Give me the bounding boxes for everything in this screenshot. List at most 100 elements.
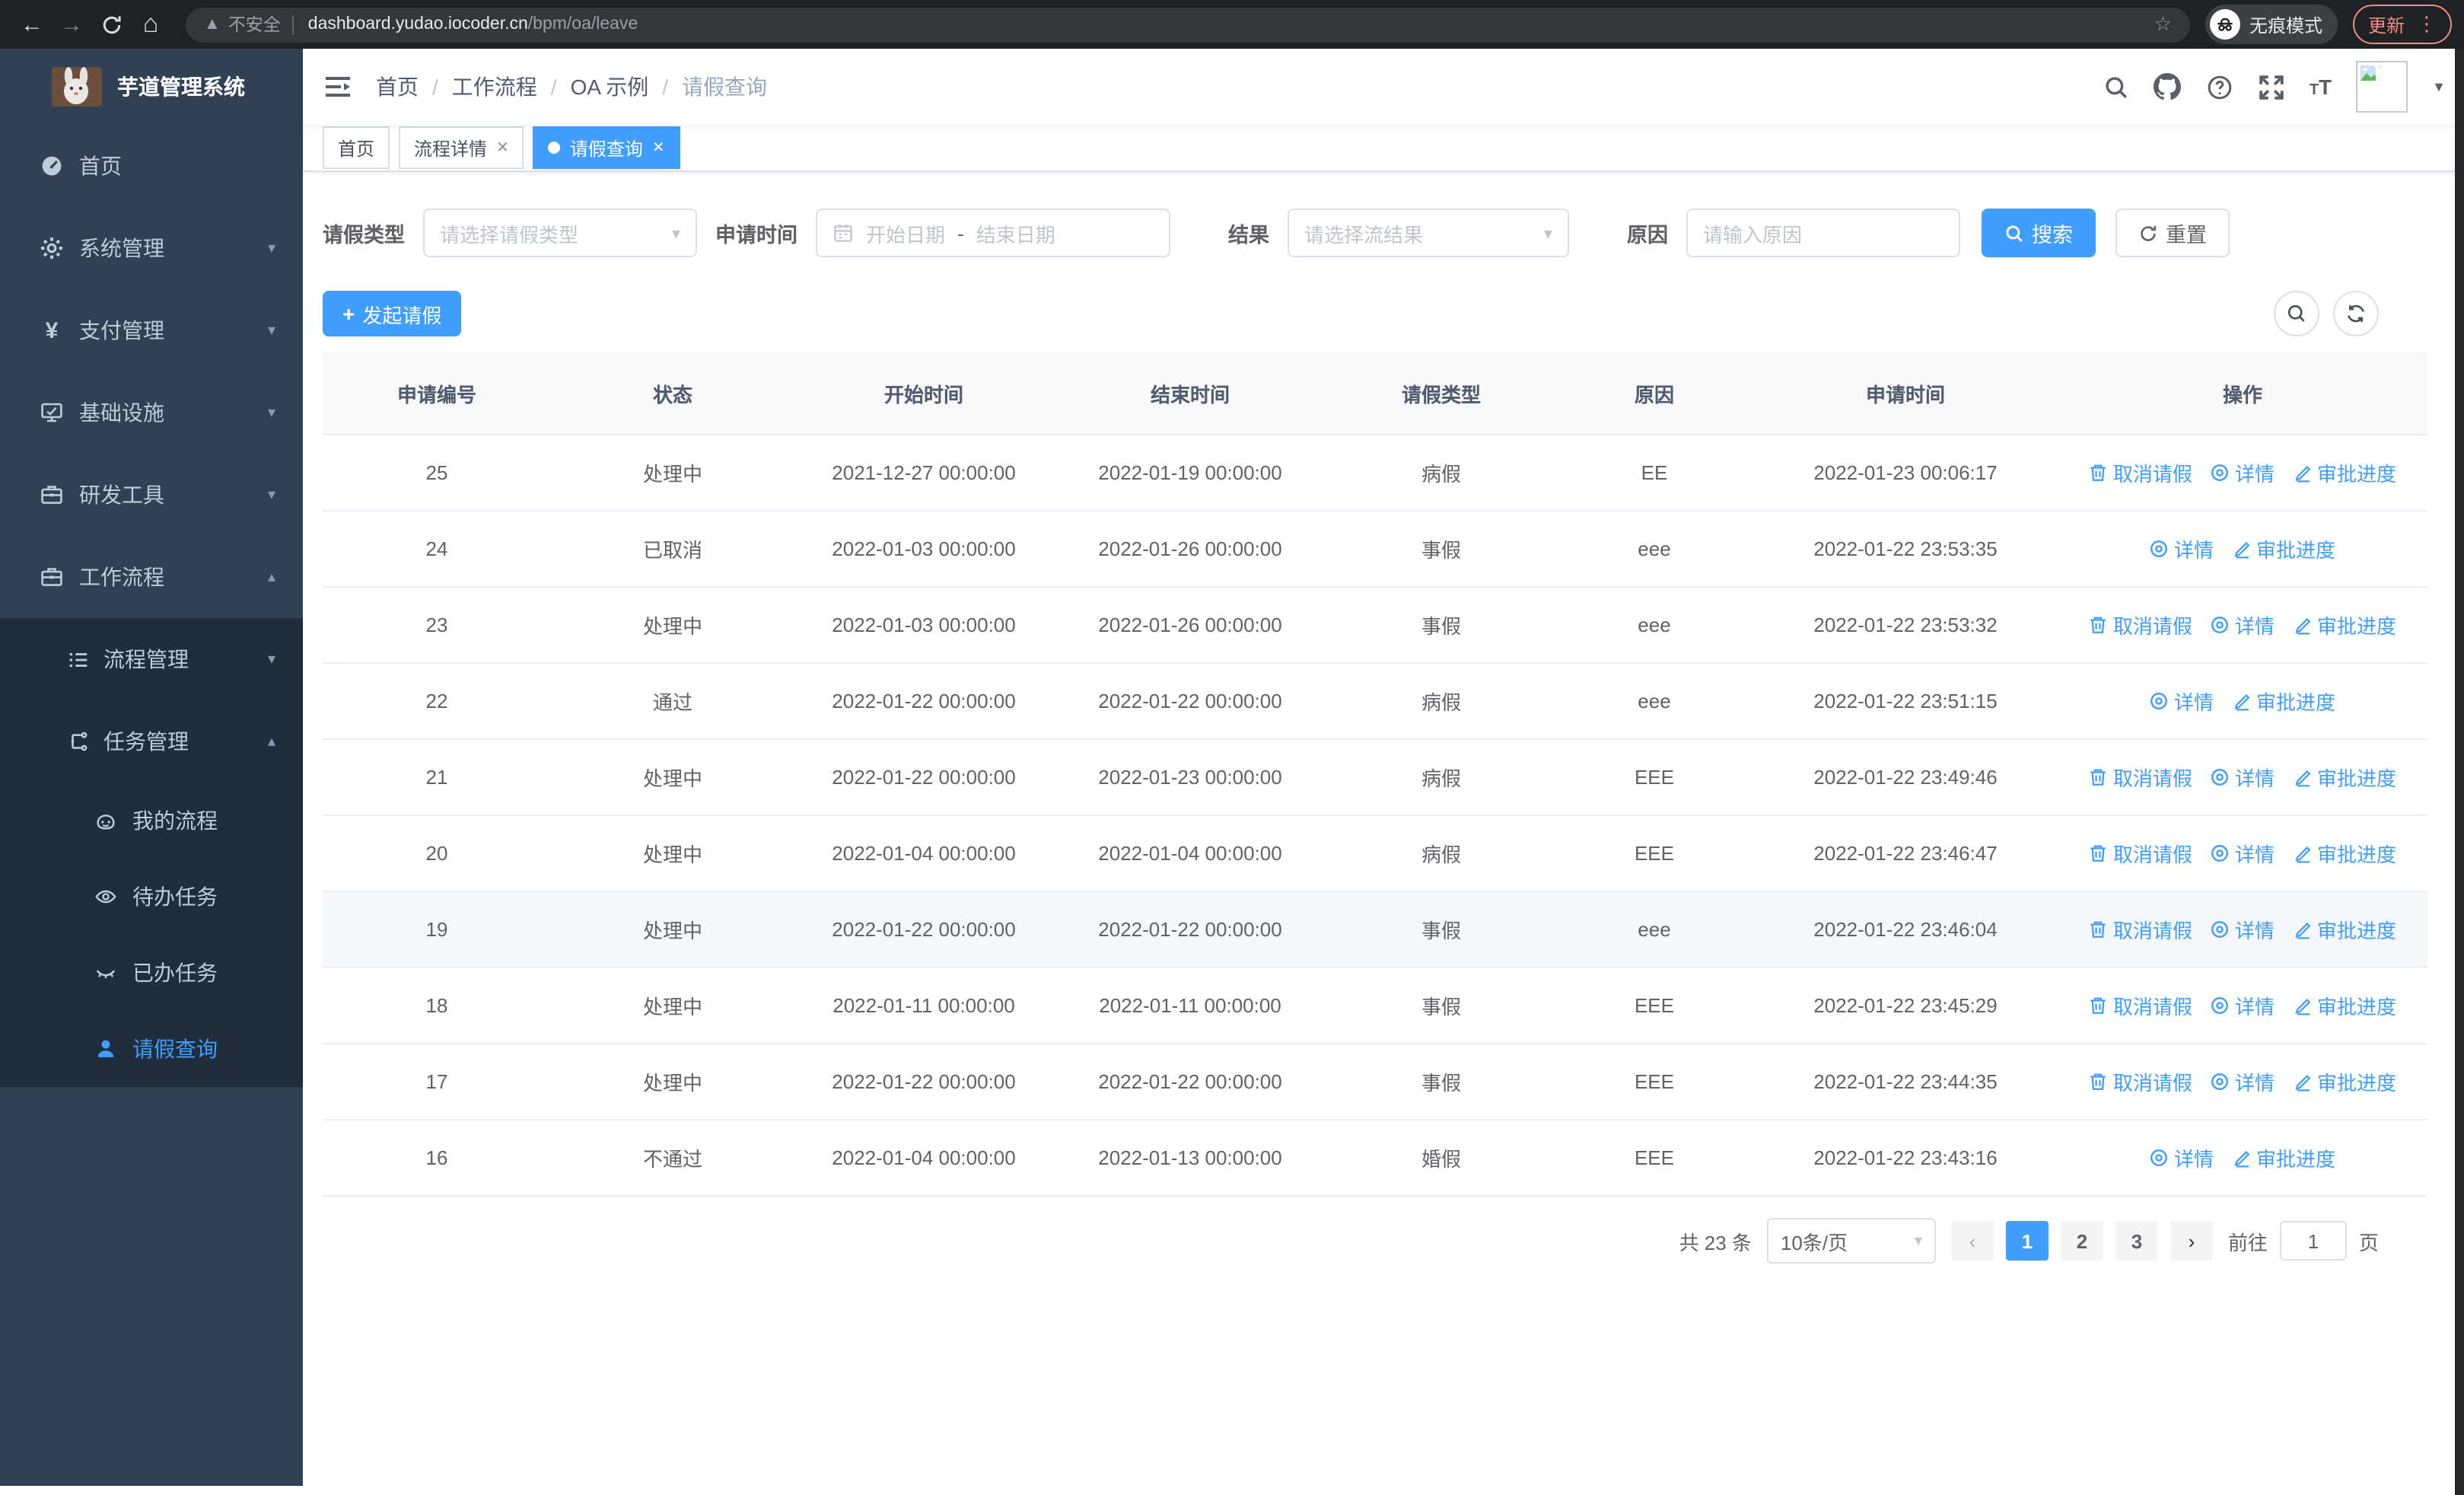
column-header: 操作 [2058,352,2427,435]
process-list-icon [67,648,90,671]
approval-progress-link[interactable]: 审批进度 [2293,763,2396,792]
approval-progress-link[interactable]: 审批进度 [2293,915,2396,944]
breadcrumb-item[interactable]: 工作流程 [452,72,537,102]
reset-button[interactable]: 重置 [2115,209,2230,257]
cancel-leave-link[interactable]: 取消请假 [2089,1067,2192,1096]
goto-page-input[interactable] [2279,1221,2347,1261]
cell-start: 2021-12-27 00:00:00 [794,435,1053,512]
delete-icon [2089,843,2109,863]
approval-progress-link[interactable]: 审批进度 [2293,610,2396,639]
cancel-leave-link[interactable]: 取消请假 [2089,915,2192,944]
page-size-select[interactable]: 10条/页 ▾ [1766,1218,1936,1264]
browser-reload-icon[interactable] [91,5,131,44]
sidebar-item-home[interactable]: 首页 [0,125,303,207]
browser-home-icon[interactable]: ⌂ [131,5,170,44]
cell-start: 2022-01-04 00:00:00 [794,815,1053,892]
search-button[interactable]: 搜索 [1982,209,2096,257]
detail-link[interactable]: 详情 [2211,763,2275,792]
create-leave-button[interactable]: + 发起请假 [323,291,462,336]
sidebar-subitem[interactable]: 已办任务 [0,935,303,1011]
approval-progress-link[interactable]: 审批进度 [2232,1143,2335,1172]
approval-progress-link[interactable]: 审批进度 [2293,839,2396,868]
sidebar-subitem-label: 已办任务 [132,961,218,985]
detail-link[interactable]: 详情 [2211,1067,2275,1096]
cell-applied: 2022-01-22 23:49:46 [1753,739,2058,816]
browser-update-button[interactable]: 更新 ⋮ [2352,5,2452,44]
address-bar[interactable]: ▲ 不安全 dashboard.yudao.iocoder.cn /bpm/oa… [186,7,2190,42]
cancel-leave-link[interactable]: 取消请假 [2089,839,2192,868]
window-scrollbar[interactable] [2455,49,2464,1495]
sidebar-collapse-icon[interactable] [321,70,355,104]
close-icon[interactable]: ✕ [652,139,665,156]
prev-page-button[interactable]: ‹ [1950,1221,1994,1261]
user-avatar[interactable] [2356,61,2408,113]
sidebar-subitem[interactable]: 我的流程 [0,783,303,859]
detail-link[interactable]: 详情 [2150,1143,2214,1172]
detail-link[interactable]: 详情 [2211,458,2275,487]
font-size-icon[interactable]: TT [2310,75,2332,99]
page-button-2[interactable]: 2 [2060,1221,2103,1261]
tab-请假查询[interactable]: 请假查询 ✕ [533,126,680,169]
start-date-placeholder[interactable]: 开始日期 [866,218,945,247]
sidebar-item-1[interactable]: 系统管理 ▾ [0,207,303,289]
tab-首页[interactable]: 首页 [323,126,390,169]
cell-start: 2022-01-04 00:00:00 [794,1120,1053,1197]
breadcrumb-item[interactable]: 首页 [376,72,419,102]
browser-back-icon[interactable]: ← [12,5,52,44]
update-label[interactable]: 更新 [2368,11,2405,37]
breadcrumb-item[interactable]: OA 示例 [571,72,649,102]
approval-progress-link[interactable]: 审批进度 [2293,1067,2396,1096]
sidebar-item-3[interactable]: 基础设施 ▾ [0,371,303,454]
end-date-placeholder[interactable]: 结束日期 [976,218,1055,247]
bookmark-star-icon[interactable]: ☆ [2154,12,2172,37]
browser-menu-icon[interactable]: ⋮ [2417,12,2437,37]
logo-image [52,67,102,107]
sidebar-item-5[interactable]: 工作流程 ▴ [0,536,303,618]
help-icon[interactable] [2206,73,2233,100]
apply-time-range-picker[interactable]: 开始日期 - 结束日期 [816,209,1170,257]
approval-progress-link[interactable]: 审批进度 [2232,534,2335,563]
result-select[interactable]: 请选择流结果 ▾ [1288,209,1569,257]
cell-reason: EEE [1555,1044,1753,1120]
cell-applied: 2022-01-22 23:53:35 [1753,511,2058,588]
close-icon[interactable]: ✕ [496,139,509,156]
page-button-1[interactable]: 1 [2005,1221,2049,1261]
approval-progress-link[interactable]: 审批进度 [2293,458,2396,487]
page-button-3[interactable]: 3 [2115,1221,2158,1261]
detail-link[interactable]: 详情 [2211,610,2275,639]
sidebar-item-4[interactable]: 研发工具 ▾ [0,454,303,536]
cancel-leave-link[interactable]: 取消请假 [2089,610,2192,639]
robot-icon [94,809,117,832]
sidebar-item-2[interactable]: ¥ 支付管理 ▾ [0,289,303,371]
sidebar-subitem[interactable]: 待办任务 [0,859,303,935]
reason-input[interactable]: 请输入原因 [1686,209,1960,257]
browser-forward-icon[interactable]: → [52,5,91,44]
search-icon[interactable] [2103,73,2130,100]
detail-link[interactable]: 详情 [2211,991,2275,1020]
toolbox-icon [40,483,64,507]
detail-link[interactable]: 详情 [2150,534,2214,563]
github-icon[interactable] [2154,73,2182,100]
workflow-icon [40,565,64,589]
cancel-leave-link[interactable]: 取消请假 [2089,991,2192,1020]
avatar-caret-icon[interactable]: ▼ [2432,79,2446,94]
leave-type-select[interactable]: 请选择请假类型 ▾ [423,209,697,257]
tab-流程详情[interactable]: 流程详情 ✕ [399,126,524,169]
approval-progress-link[interactable]: 审批进度 [2232,687,2335,716]
refresh-button[interactable] [2333,291,2379,336]
security-label[interactable]: 不安全 [228,12,281,37]
cancel-leave-link[interactable]: 取消请假 [2089,763,2192,792]
sidebar-subitem[interactable]: 任务管理 ▴ [0,700,303,783]
detail-link[interactable]: 详情 [2211,839,2275,868]
detail-link[interactable]: 详情 [2150,687,2214,716]
cell-status: 处理中 [551,967,794,1044]
fullscreen-icon[interactable] [2258,73,2285,100]
approval-progress-link[interactable]: 审批进度 [2293,991,2396,1020]
next-page-button[interactable]: › [2170,1221,2213,1261]
sidebar-subitem[interactable]: 流程管理 ▾ [0,618,303,700]
toggle-search-button[interactable] [2274,291,2319,336]
detail-link[interactable]: 详情 [2211,915,2275,944]
reason-label: 原因 [1627,224,1668,247]
sidebar-subitem[interactable]: 请假查询 [0,1011,303,1087]
cancel-leave-link[interactable]: 取消请假 [2089,458,2192,487]
